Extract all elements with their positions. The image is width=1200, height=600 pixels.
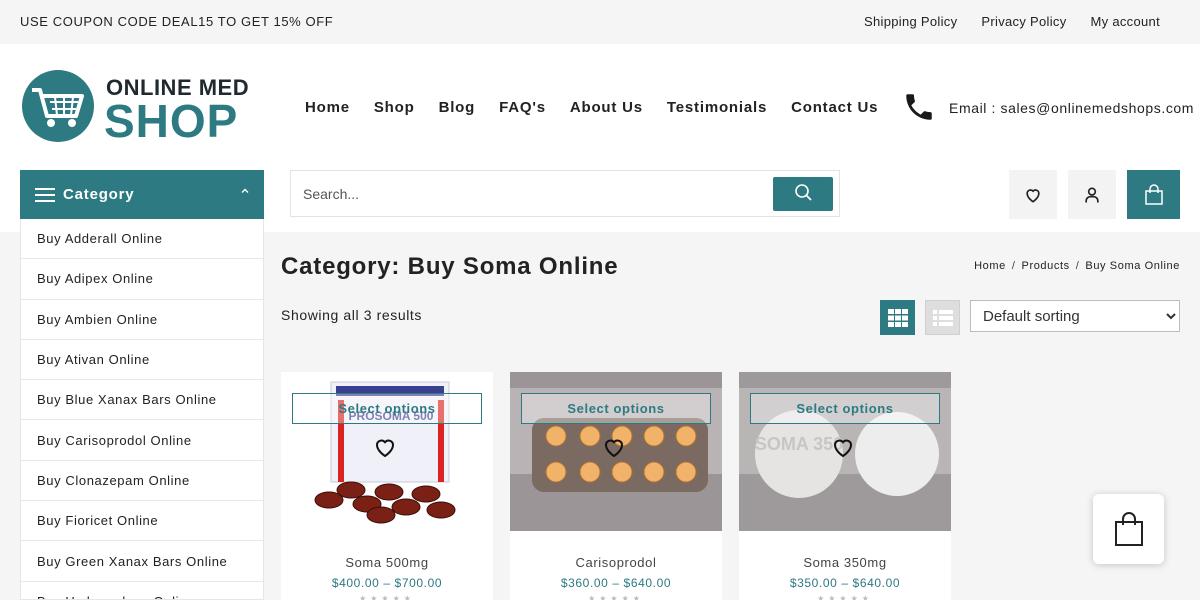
category-list: Buy Adderall Online Buy Adipex Online Bu… bbox=[20, 219, 264, 600]
main-nav: Home Shop Blog FAQ's About Us Testimonia… bbox=[305, 99, 878, 116]
product-card[interactable]: PROSOMA 500 Select options Soma 500mg $4… bbox=[281, 372, 493, 600]
coupon-notice: USE COUPON CODE DEAL15 TO GET 15% OFF bbox=[20, 14, 334, 29]
top-links: Shipping Policy Privacy Policy My accoun… bbox=[864, 14, 1160, 29]
add-to-wishlist-heart-icon[interactable] bbox=[602, 435, 626, 459]
category-item[interactable]: Buy Hydrocodone Online bbox=[21, 582, 263, 599]
cart-button[interactable] bbox=[1127, 170, 1180, 219]
category-item[interactable]: Buy Adipex Online bbox=[21, 259, 263, 300]
category-item[interactable]: Buy Carisoprodol Online bbox=[21, 420, 263, 461]
category-label: Category bbox=[63, 186, 135, 203]
category-item[interactable]: Buy Ativan Online bbox=[21, 340, 263, 381]
list-view-button[interactable] bbox=[925, 300, 960, 335]
product-price: $400.00 – $700.00 bbox=[331, 576, 443, 590]
shopping-bag-icon bbox=[1144, 183, 1163, 205]
chevron-up-icon bbox=[240, 185, 250, 199]
nav-blog[interactable]: Blog bbox=[439, 99, 476, 116]
search-input[interactable] bbox=[303, 183, 753, 205]
product-name[interactable]: Carisoprodol bbox=[510, 555, 722, 570]
site-logo[interactable]: ONLINE MED SHOP bbox=[22, 70, 252, 147]
result-count: Showing all 3 results bbox=[281, 307, 422, 323]
category-item[interactable]: Buy Adderall Online bbox=[21, 219, 263, 260]
floating-cart-button[interactable] bbox=[1093, 494, 1164, 564]
nav-about-us[interactable]: About Us bbox=[570, 99, 643, 116]
product-card[interactable]: Select options Carisoprodol $360.00 – $6… bbox=[510, 372, 722, 600]
shopping-bag-icon bbox=[1114, 512, 1143, 546]
select-options-button[interactable]: Select options bbox=[292, 393, 482, 424]
select-options-button[interactable]: Select options bbox=[750, 393, 940, 424]
add-to-wishlist-heart-icon[interactable] bbox=[831, 435, 855, 459]
nav-faqs[interactable]: FAQ's bbox=[499, 99, 546, 116]
page-title: Category: Buy Soma Online bbox=[281, 253, 619, 280]
category-item[interactable]: Buy Clonazepam Online bbox=[21, 461, 263, 502]
top-bar: USE COUPON CODE DEAL15 TO GET 15% OFF Sh… bbox=[0, 0, 1200, 44]
product-price: $360.00 – $640.00 bbox=[560, 576, 672, 590]
heart-icon bbox=[1026, 188, 1040, 203]
privacy-policy-link[interactable]: Privacy Policy bbox=[981, 14, 1066, 29]
breadcrumb-products[interactable]: Products bbox=[1022, 260, 1070, 272]
account-button[interactable] bbox=[1068, 170, 1116, 219]
rating-stars: ★★★★★ bbox=[588, 594, 644, 600]
rating-stars: ★★★★★ bbox=[359, 594, 415, 600]
category-item[interactable]: Buy Blue Xanax Bars Online bbox=[21, 380, 263, 421]
rating-stars: ★★★★★ bbox=[817, 594, 873, 600]
grid-view-button[interactable] bbox=[880, 300, 915, 335]
contact-email[interactable]: Email : sales@onlinemedshops.com bbox=[949, 100, 1194, 116]
my-account-link[interactable]: My account bbox=[1091, 14, 1160, 29]
search-icon bbox=[795, 184, 812, 201]
category-item[interactable]: Buy Green Xanax Bars Online bbox=[21, 541, 263, 582]
logo-text-bottom: SHOP bbox=[104, 95, 239, 147]
menu-icon bbox=[35, 188, 55, 206]
sort-select[interactable]: Default sorting bbox=[970, 300, 1180, 332]
phone-icon bbox=[902, 90, 936, 124]
wishlist-button[interactable] bbox=[1009, 170, 1057, 219]
select-options-button[interactable]: Select options bbox=[521, 393, 711, 424]
breadcrumb-current: Buy Soma Online bbox=[1085, 260, 1180, 272]
breadcrumb-home[interactable]: Home bbox=[974, 260, 1006, 272]
user-icon bbox=[1085, 187, 1099, 202]
list-icon bbox=[932, 309, 953, 326]
category-toggle[interactable]: Category bbox=[20, 170, 264, 219]
nav-testimonials[interactable]: Testimonials bbox=[667, 99, 767, 116]
category-item[interactable]: Buy Ambien Online bbox=[21, 300, 263, 340]
pill-imprint: SOMA 350 bbox=[755, 434, 843, 454]
category-item[interactable]: Buy Fioricet Online bbox=[21, 501, 263, 542]
shipping-policy-link[interactable]: Shipping Policy bbox=[864, 14, 957, 29]
nav-shop[interactable]: Shop bbox=[374, 99, 415, 116]
product-name[interactable]: Soma 350mg bbox=[739, 555, 951, 570]
cart-logo-icon bbox=[22, 70, 94, 142]
search-bar bbox=[290, 170, 840, 217]
add-to-wishlist-heart-icon[interactable] bbox=[373, 435, 397, 459]
product-price: $350.00 – $640.00 bbox=[789, 576, 901, 590]
nav-contact-us[interactable]: Contact Us bbox=[791, 99, 878, 116]
nav-home[interactable]: Home bbox=[305, 99, 350, 116]
search-button[interactable] bbox=[773, 177, 833, 211]
grid-icon bbox=[887, 308, 908, 327]
product-name[interactable]: Soma 500mg bbox=[281, 555, 493, 570]
breadcrumb: Home / Products / Buy Soma Online bbox=[974, 260, 1180, 272]
product-card[interactable]: SOMA 350 Select options Soma 350mg $350.… bbox=[739, 372, 951, 600]
